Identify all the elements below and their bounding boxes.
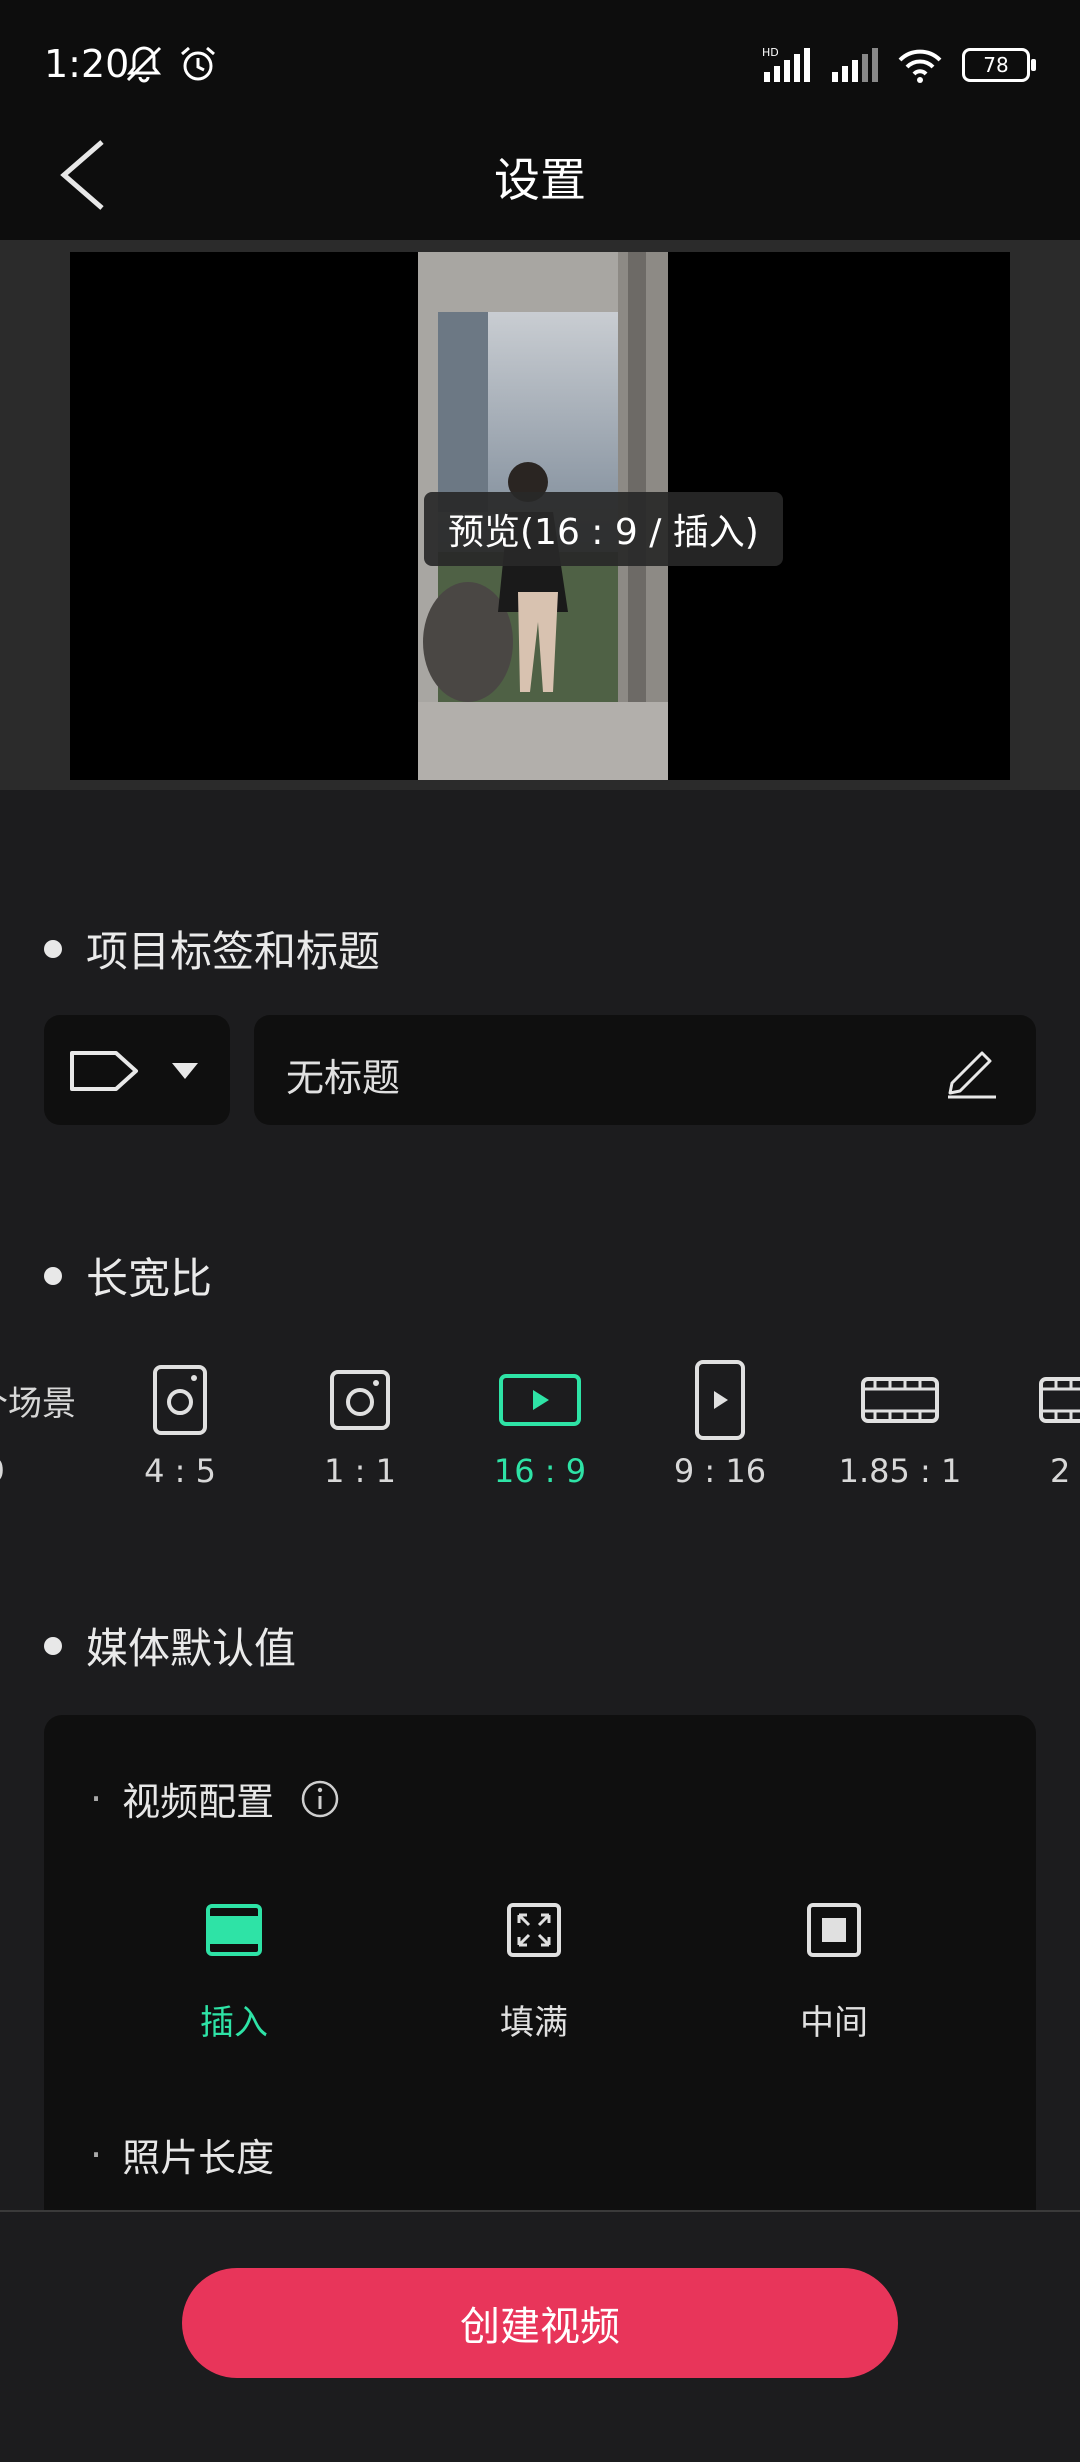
section-aspect: 长宽比 xyxy=(44,1245,212,1306)
fill-expand-icon xyxy=(507,1903,561,1957)
film-icon xyxy=(861,1377,939,1423)
aspect-label: 1.85 : 1 xyxy=(838,1452,962,1490)
film-icon xyxy=(1039,1377,1080,1423)
aspect-label: 16 : 9 xyxy=(493,1452,587,1490)
wifi-icon xyxy=(898,49,942,83)
fit-option-label: 插入 xyxy=(200,2003,268,2043)
fit-option-label: 填满 xyxy=(500,2003,568,2043)
media-defaults-card: · 视频配置 插入 填满 中间 · 照片长度 xyxy=(44,1715,1036,2235)
fit-option-label: 中间 xyxy=(800,2003,868,2043)
bullet-dot xyxy=(44,1266,62,1285)
battery-icon: 78 xyxy=(962,48,1036,82)
fit-insert-icon xyxy=(206,1904,262,1956)
fit-option-insert[interactable]: 插入 xyxy=(124,1895,344,2045)
title-value: 无标题 xyxy=(286,1056,401,1100)
aspect-option-2[interactable]: 2 xyxy=(990,1360,1080,1500)
tag-icon xyxy=(70,1051,138,1091)
section-media: 媒体默认值 xyxy=(44,1615,296,1676)
signal-icon: HD xyxy=(762,46,810,82)
photo-length-heading: · 照片长度 xyxy=(90,2127,274,2182)
title-field[interactable]: 无标题 xyxy=(254,1015,1036,1125)
bullet-dot xyxy=(44,939,62,958)
section-project: 项目标签和标题 xyxy=(44,918,380,979)
aspect-option-1-85-1[interactable]: 1.85 : 1 xyxy=(810,1360,990,1500)
bullet-dot xyxy=(44,1636,62,1655)
center-square-icon xyxy=(807,1903,861,1957)
footer-bar: 创建视频 xyxy=(0,2210,1080,2462)
fit-option-center[interactable]: 中间 xyxy=(724,1895,944,2045)
create-video-button[interactable]: 创建视频 xyxy=(182,2268,898,2378)
aspect-label: 2 xyxy=(1050,1452,1071,1490)
preview-area: 预览(16 : 9 / 插入) xyxy=(0,240,1080,790)
scenes-text: 个场景 xyxy=(0,1383,76,1424)
instagram-square-icon xyxy=(330,1370,390,1430)
aspect-option-16-9[interactable]: 16 : 9 xyxy=(450,1360,630,1500)
svg-text:HD: HD xyxy=(762,46,779,59)
mute-icon xyxy=(126,46,162,83)
alarm-icon xyxy=(181,46,215,81)
youtube-landscape-icon xyxy=(499,1374,581,1426)
video-config-label: 视频配置 xyxy=(122,1780,275,1824)
section-media-label: 媒体默认值 xyxy=(86,1624,297,1673)
aspect-option-9-16[interactable]: 9 : 16 xyxy=(630,1360,810,1500)
aspect-option-1-1[interactable]: 1 : 1 xyxy=(270,1360,450,1500)
section-aspect-label: 长宽比 xyxy=(86,1254,213,1303)
aspect-option-4-5[interactable]: 4 : 5 xyxy=(90,1360,270,1500)
battery-level: 78 xyxy=(983,53,1009,77)
preview-frame[interactable]: 预览(16 : 9 / 插入) xyxy=(70,252,1010,780)
pencil-icon[interactable] xyxy=(944,1041,1000,1099)
caret-down-icon xyxy=(172,1063,198,1079)
info-icon[interactable] xyxy=(300,1779,340,1819)
portrait-play-icon xyxy=(695,1360,745,1440)
signal-2-icon xyxy=(832,48,878,82)
tag-selector-button[interactable] xyxy=(44,1015,230,1125)
page-title: 设置 xyxy=(494,153,586,207)
aspect-label: 4 : 5 xyxy=(144,1452,216,1490)
status-time: 1:20 xyxy=(44,42,130,86)
photo-length-label: 照片长度 xyxy=(122,2136,275,2180)
fit-option-fill[interactable]: 填满 xyxy=(424,1895,644,2045)
preview-label: 预览(16 : 9 / 插入) xyxy=(424,492,783,566)
instagram-portrait-icon xyxy=(153,1365,207,1435)
app-header: 设置 xyxy=(0,110,1080,240)
aspect-label: 9 : 16 xyxy=(673,1452,767,1490)
video-config-heading: · 视频配置 xyxy=(90,1771,340,1826)
section-project-label: 项目标签和标题 xyxy=(86,927,381,976)
aspect-label: 1 : 1 xyxy=(324,1452,396,1490)
